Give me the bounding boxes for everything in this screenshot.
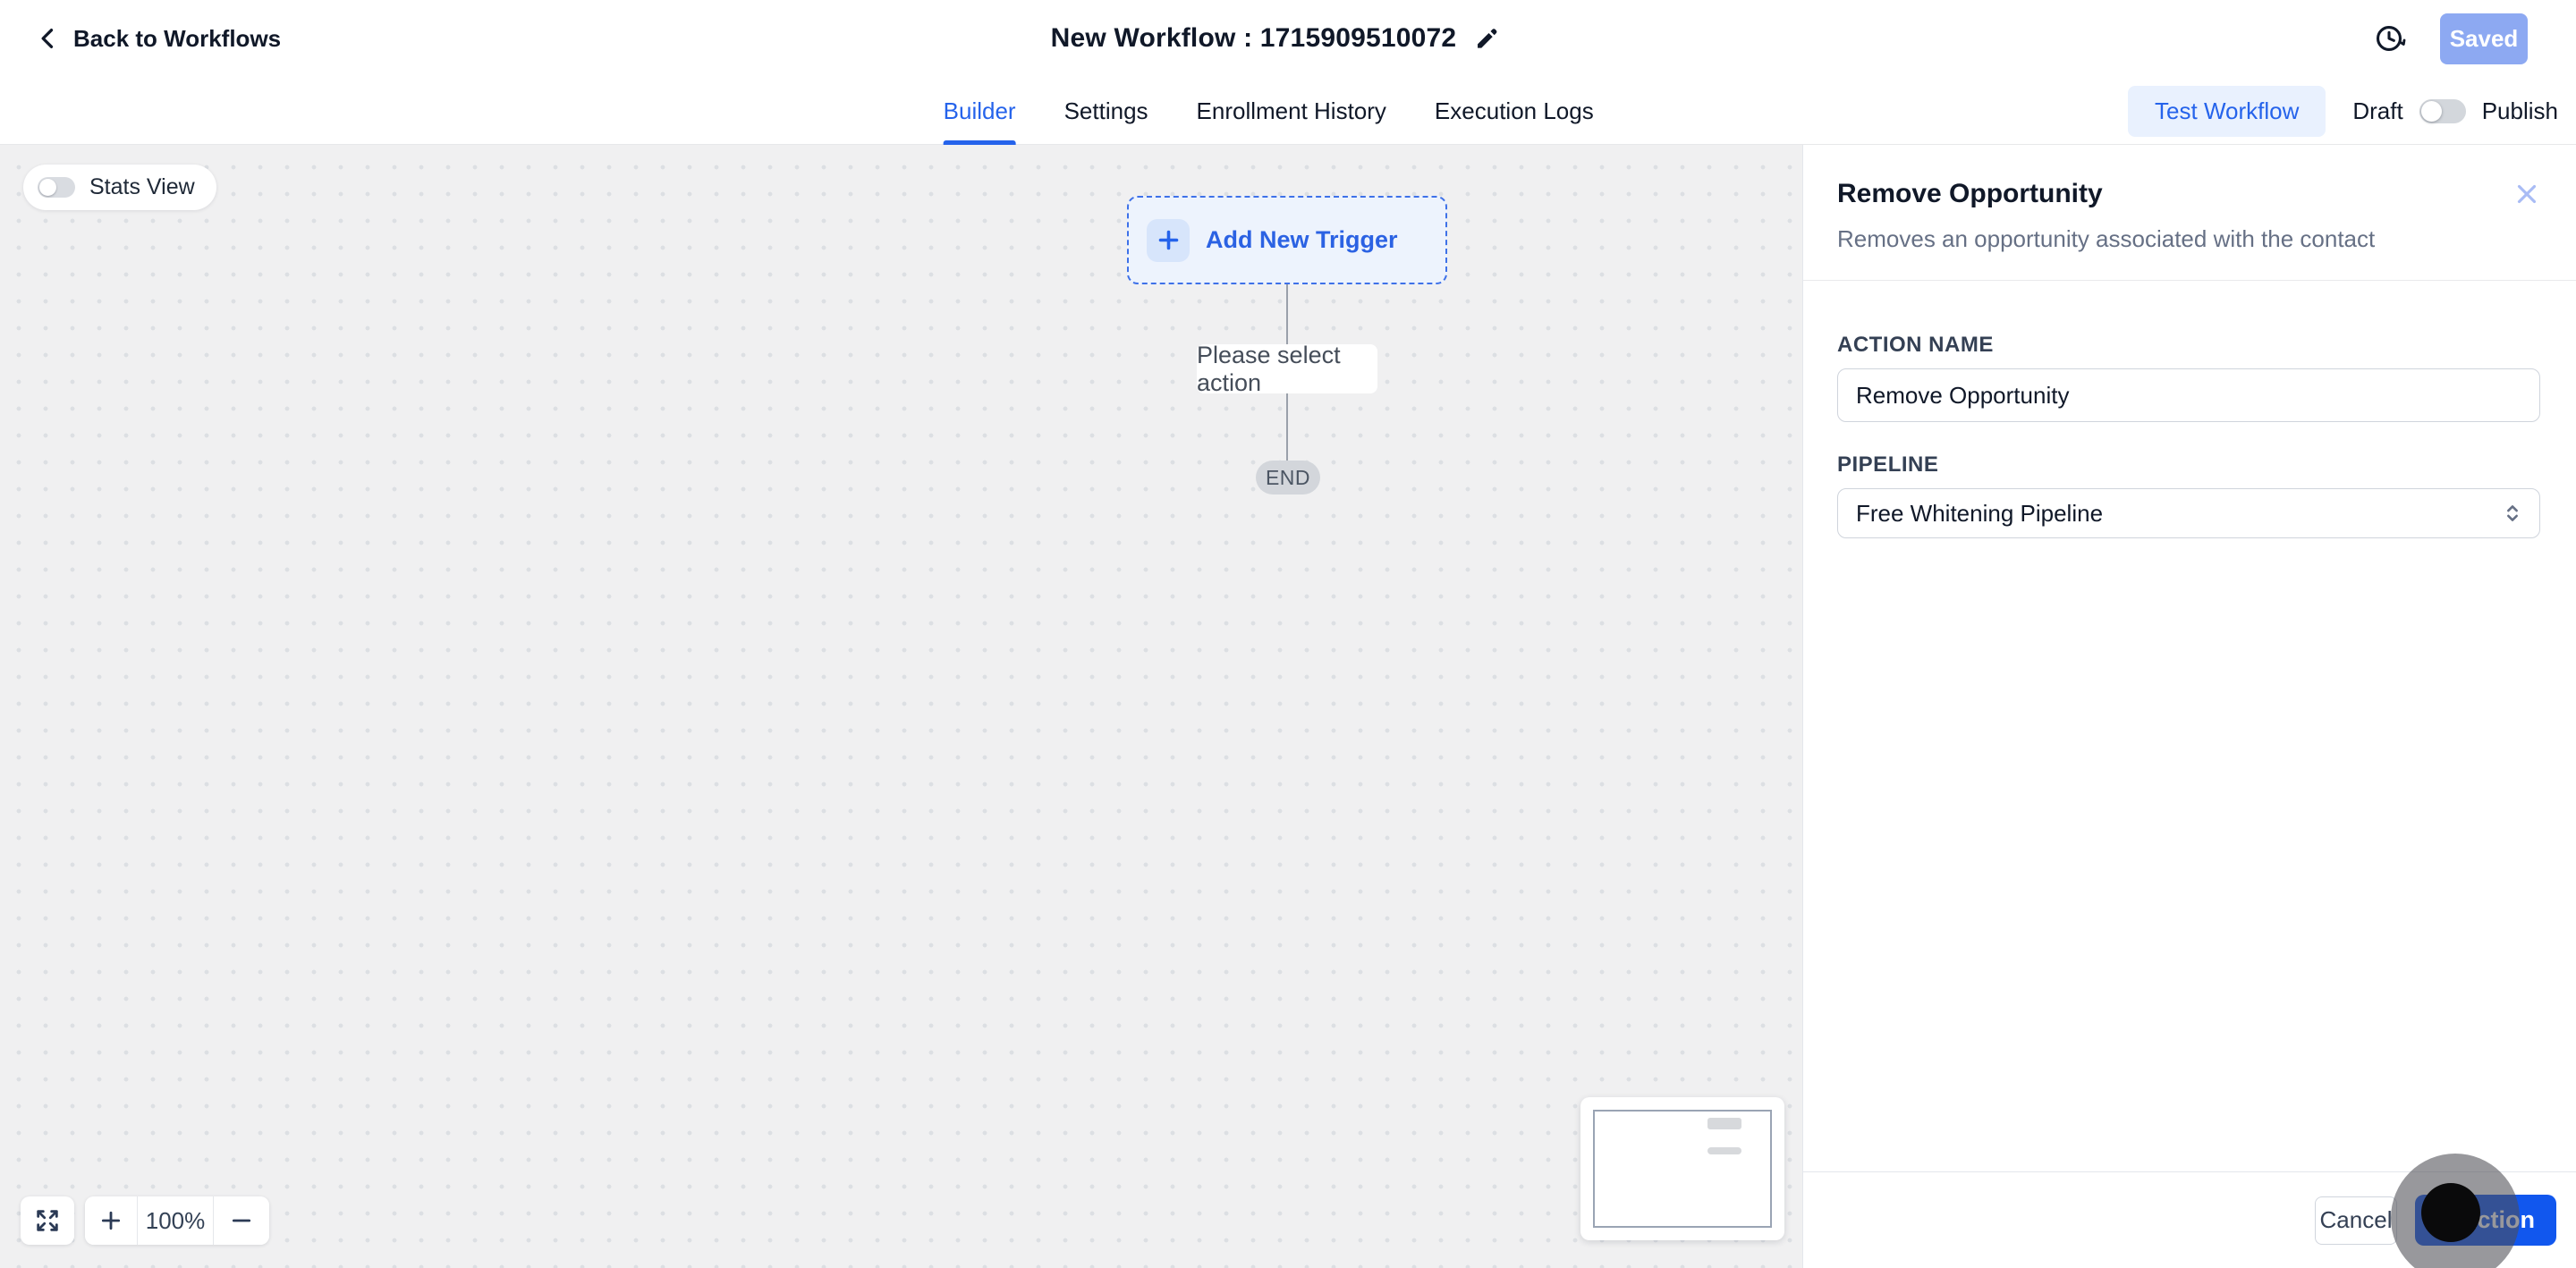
tab-bar: Builder Settings Enrollment History Exec… <box>0 77 2576 145</box>
tab-enrollment-history[interactable]: Enrollment History <box>1197 77 1386 145</box>
close-panel-button[interactable] <box>2512 179 2542 209</box>
canvas-zoom-controls: 100% <box>21 1196 269 1245</box>
action-settings-panel: Remove Opportunity Removes an opportunit… <box>1802 145 2576 1268</box>
select-chevrons-icon <box>2500 501 2525 526</box>
end-node: END <box>1256 461 1320 495</box>
panel-footer: Cancel Action <box>1803 1171 2576 1268</box>
pipeline-label: PIPELINE <box>1837 452 1939 477</box>
close-icon <box>2512 184 2542 212</box>
cancel-button[interactable]: Cancel <box>2315 1196 2397 1245</box>
chevron-left-icon <box>36 26 61 51</box>
draft-label: Draft <box>2352 97 2403 124</box>
edit-title-pencil-icon[interactable] <box>1474 27 1498 51</box>
tab-execution-logs[interactable]: Execution Logs <box>1435 77 1594 145</box>
please-select-action-node: Please select action <box>1197 342 1377 396</box>
plus-icon <box>1147 218 1190 262</box>
workflow-title: New Workflow : 1715909510072 <box>1050 23 1457 53</box>
plus-icon <box>99 1209 123 1232</box>
version-history-icon[interactable] <box>2372 21 2406 55</box>
minimap-trigger-node <box>1707 1118 1741 1129</box>
panel-subtitle: Removes an opportunity associated with t… <box>1837 225 2376 252</box>
minus-icon <box>230 1209 253 1232</box>
stats-toggle-knob <box>39 179 56 196</box>
pipeline-selected-value: Free Whitening Pipeline <box>1856 499 2104 527</box>
canvas-minimap[interactable] <box>1580 1097 1784 1240</box>
add-new-trigger-node[interactable]: Add New Trigger <box>1127 196 1447 284</box>
fit-to-screen-button[interactable] <box>21 1196 74 1245</box>
tab-settings[interactable]: Settings <box>1064 77 1148 145</box>
panel-title: Remove Opportunity <box>1837 179 2103 208</box>
tab-builder[interactable]: Builder <box>943 77 1016 145</box>
back-label: Back to Workflows <box>73 24 282 52</box>
publish-toggle-knob <box>2420 100 2442 122</box>
back-to-workflows-button[interactable]: Back to Workflows <box>36 25 281 53</box>
save-action-button[interactable]: Action <box>2415 1195 2556 1246</box>
workflow-builder-app: Back to Workflows New Workflow : 1715909… <box>0 0 2576 1268</box>
action-name-label: ACTION NAME <box>1837 333 1994 357</box>
top-bar: Back to Workflows New Workflow : 1715909… <box>0 0 2576 77</box>
saved-button[interactable]: Saved <box>2440 13 2528 64</box>
workspace: Stats View Add New Trigger Please select… <box>0 145 2576 1268</box>
stats-toggle-track[interactable] <box>38 177 75 198</box>
pipeline-select[interactable]: Free Whitening Pipeline <box>1837 488 2540 538</box>
connector-line-bottom <box>1286 393 1288 461</box>
add-new-trigger-label: Add New Trigger <box>1206 226 1398 253</box>
minimap-end-node <box>1707 1147 1741 1154</box>
expand-icon <box>34 1207 61 1234</box>
workflow-canvas[interactable]: Stats View Add New Trigger Please select… <box>0 145 1802 1268</box>
publish-toggle[interactable] <box>2419 98 2466 123</box>
zoom-out-button[interactable] <box>214 1196 269 1245</box>
action-name-input[interactable] <box>1837 368 2540 422</box>
test-workflow-button[interactable]: Test Workflow <box>2128 85 2326 137</box>
zoom-in-button[interactable] <box>85 1196 137 1245</box>
stats-view-toggle[interactable]: Stats View <box>23 165 216 210</box>
connector-line-top <box>1286 284 1288 344</box>
zoom-level-display: 100% <box>137 1196 214 1245</box>
minimap-viewport <box>1593 1110 1772 1228</box>
publish-label: Publish <box>2481 97 2558 124</box>
stats-view-label: Stats View <box>89 174 195 199</box>
